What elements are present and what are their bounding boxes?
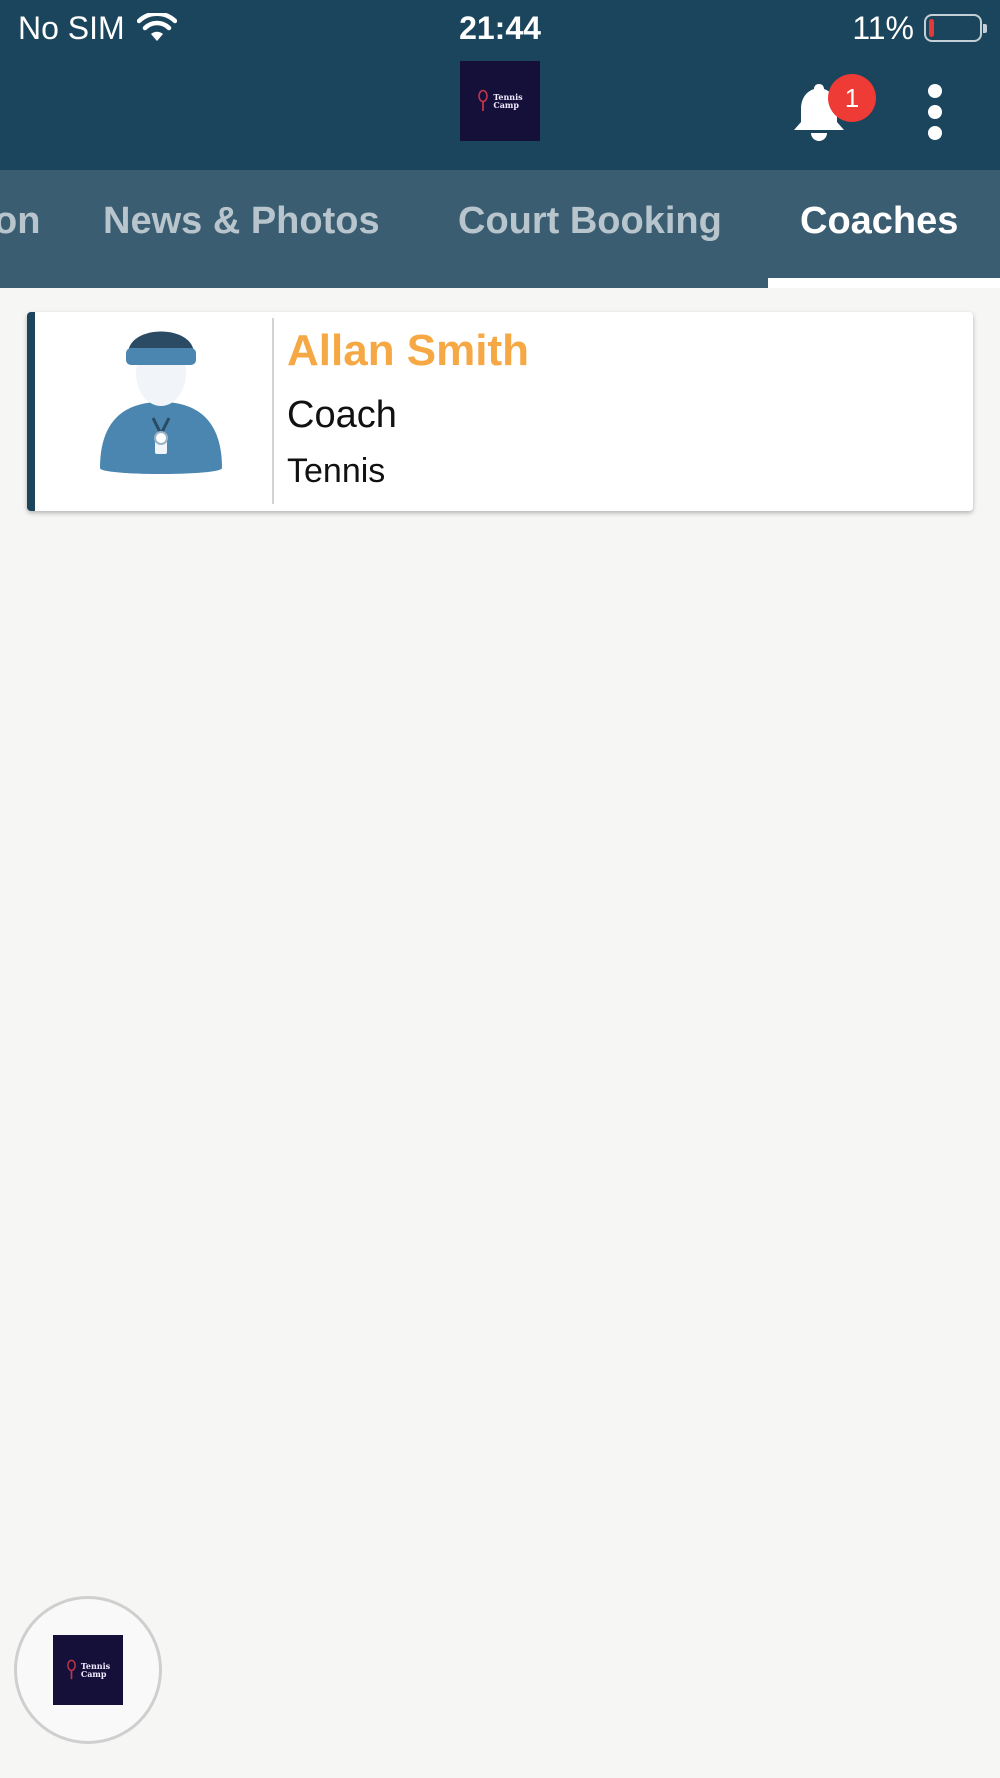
logo-text-line2: Camp: [493, 100, 519, 110]
coach-name: Allan Smith: [287, 326, 530, 375]
status-right: 11%: [852, 8, 987, 48]
tab-court-booking[interactable]: Court Booking: [458, 170, 722, 288]
menu-dot: [928, 105, 942, 119]
more-vertical-icon[interactable]: [920, 84, 950, 140]
menu-dot: [928, 84, 942, 98]
fab-logo-wordmark: Tennis Camp: [81, 1662, 110, 1678]
tab-bar: on News & Photos Court Booking Coaches: [0, 170, 1000, 288]
tab-coaches[interactable]: Coaches: [800, 170, 958, 288]
fab-logo-mark: Tennis Camp: [66, 1659, 110, 1681]
battery-percent: 11%: [852, 9, 914, 46]
racket-icon: [66, 1659, 76, 1680]
menu-dot: [928, 126, 942, 140]
coach-avatar-icon: [100, 331, 222, 474]
logo-wordmark: Tennis Camp: [493, 93, 522, 109]
tab-partial[interactable]: on: [0, 170, 40, 288]
battery-level: [929, 19, 935, 37]
fab-logo: Tennis Camp: [53, 1635, 123, 1705]
app-logo[interactable]: Tennis Camp: [460, 61, 540, 141]
status-time: 21:44: [459, 10, 541, 46]
active-tab-indicator: [768, 278, 1000, 288]
card-divider: [272, 318, 274, 504]
coach-sport: Tennis: [287, 452, 386, 490]
app-screen: No SIM 21:44 11% Tennis Camp 1 on News &…: [0, 0, 1000, 1778]
top-header: No SIM 21:44 11% Tennis Camp 1: [0, 0, 1000, 170]
coach-role: Coach: [287, 394, 397, 436]
fab-logo-text-line2: Camp: [80, 1669, 107, 1679]
battery-icon: [924, 14, 987, 42]
coach-card[interactable]: Allan Smith Coach Tennis: [27, 312, 973, 511]
racket-icon: [478, 89, 489, 111]
logo-mark: Tennis Camp: [477, 89, 523, 113]
club-logo-button[interactable]: Tennis Camp: [14, 1596, 162, 1744]
notification-badge[interactable]: 1: [828, 74, 876, 122]
tab-news-photos[interactable]: News & Photos: [103, 170, 380, 288]
